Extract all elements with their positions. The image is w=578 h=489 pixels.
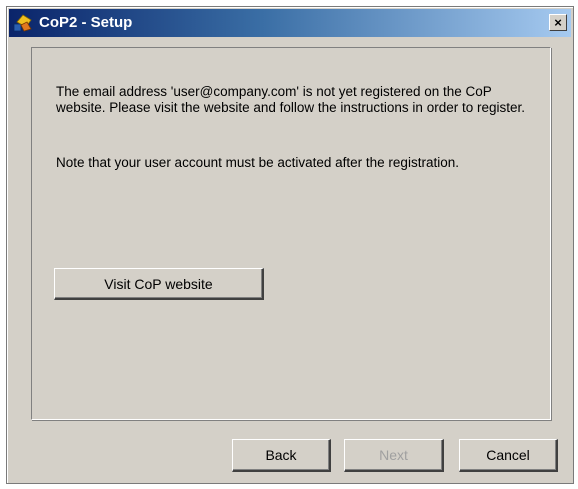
close-button[interactable]: × xyxy=(549,14,567,31)
visit-website-button[interactable]: Visit CoP website xyxy=(54,268,264,300)
close-icon: × xyxy=(554,15,562,30)
back-button[interactable]: Back xyxy=(232,439,331,472)
cancel-button[interactable]: Cancel xyxy=(459,439,558,472)
registration-message: The email address 'user@company.com' is … xyxy=(56,84,525,115)
window-title: CoP2 - Setup xyxy=(39,14,133,31)
content-panel: The email address 'user@company.com' is … xyxy=(31,47,551,420)
title-bar: CoP2 - Setup × xyxy=(9,9,571,37)
next-button[interactable]: Next xyxy=(344,439,444,472)
activation-note: Note that your user account must be acti… xyxy=(56,155,459,170)
setup-dialog: CoP2 - Setup × The email address 'user@c… xyxy=(6,6,574,484)
app-icon xyxy=(13,14,32,32)
